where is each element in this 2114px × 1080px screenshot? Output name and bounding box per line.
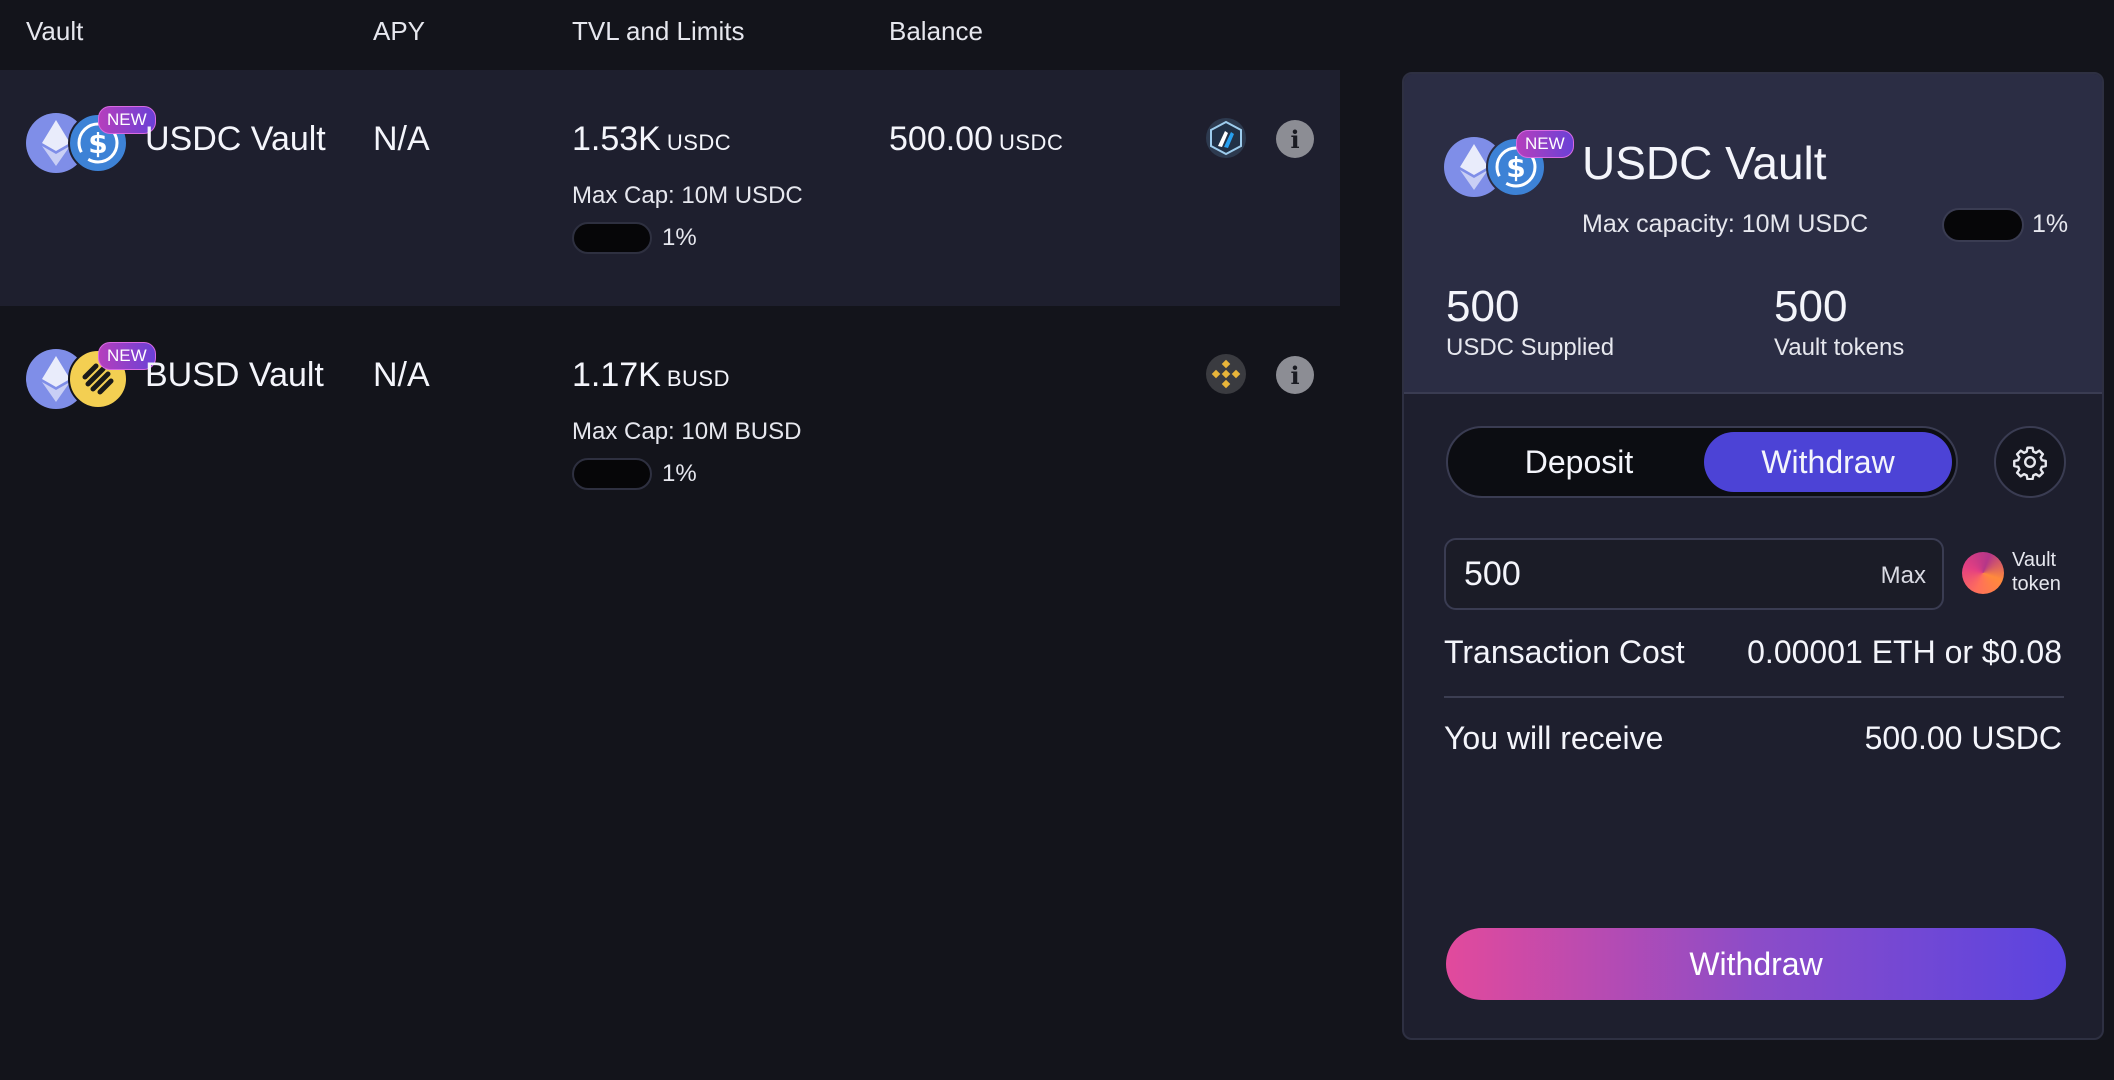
- settings-button[interactable]: [1994, 426, 2066, 498]
- tvl-unit: USDC: [666, 130, 732, 155]
- vault-balance: 500.00 USDC: [889, 120, 1063, 159]
- vault-name: USDC Vault: [145, 120, 326, 158]
- supplied-value: 500: [1446, 282, 1520, 331]
- supplied-label: USDC Supplied: [1446, 334, 1615, 361]
- token-label-line2: token: [2012, 573, 2061, 595]
- arbitrum-icon: [1206, 118, 1246, 158]
- table-row-busd-vault[interactable]: NEW BUSD Vault N/A 1.17K BUSD Max Cap: 10…: [0, 306, 1340, 542]
- vault-tvl: 1.17K BUSD: [572, 356, 730, 395]
- header-apy: APY: [373, 16, 426, 46]
- capacity-bar: [572, 222, 652, 254]
- new-badge: NEW: [1516, 130, 1574, 158]
- capacity-bar: [1942, 208, 2024, 242]
- tvl-unit: BUSD: [666, 366, 730, 391]
- bnb-icon: [1206, 354, 1246, 394]
- tab-deposit[interactable]: Deposit: [1454, 432, 1704, 492]
- token-label-line1: Vault: [2012, 549, 2057, 571]
- info-icon[interactable]: i: [1276, 120, 1314, 158]
- deposit-withdraw-toggle: Deposit Withdraw: [1446, 426, 1958, 498]
- vault-detail-panel: $ NEW USDC Vault Max capacity: 10M USDC …: [1402, 72, 2104, 1040]
- tab-withdraw[interactable]: Withdraw: [1704, 432, 1952, 492]
- capacity-percent: 1%: [662, 460, 697, 487]
- vault-tokens-value: 500: [1774, 282, 1848, 331]
- divider: [1444, 696, 2064, 698]
- amount-input[interactable]: [1464, 552, 1824, 596]
- balance-unit: USDC: [999, 130, 1064, 155]
- vault-summary: $ NEW USDC Vault Max capacity: 10M USDC …: [1404, 74, 2102, 394]
- withdraw-button[interactable]: Withdraw: [1446, 928, 2066, 1000]
- vault-apy: N/A: [373, 120, 430, 158]
- capacity-percent: 1%: [2032, 210, 2069, 238]
- vault-token-icon: [1962, 552, 2004, 594]
- vault-max-cap: Max Cap: 10M USDC: [572, 182, 803, 209]
- vault-tokens-label: Vault tokens: [1774, 334, 1905, 361]
- transaction-cost-label: Transaction Cost: [1444, 634, 1685, 670]
- panel-title: USDC Vault: [1582, 137, 1827, 189]
- tvl-value: 1.53K: [572, 120, 661, 158]
- info-icon[interactable]: i: [1276, 356, 1314, 394]
- vault-token-pair: NEW: [26, 342, 156, 410]
- vault-token-pair: $ NEW: [1444, 130, 1574, 198]
- vault-name: BUSD Vault: [145, 356, 324, 394]
- receive-label: You will receive: [1444, 720, 1664, 756]
- tvl-value: 1.17K: [572, 356, 661, 394]
- header-balance: Balance: [889, 16, 983, 46]
- transaction-cost-value: 0.00001 ETH or $0.08: [1747, 634, 2062, 670]
- capacity-bar: [572, 458, 652, 490]
- max-button[interactable]: Max: [1881, 562, 1926, 590]
- vault-token-label: Vault token: [2012, 548, 2061, 596]
- max-capacity: Max capacity: 10M USDC: [1582, 210, 1869, 238]
- vault-max-cap: Max Cap: 10M BUSD: [572, 418, 802, 445]
- vault-table-header: Vault APY TVL and Limits Balance: [0, 0, 1340, 68]
- amount-field: Max: [1444, 538, 1944, 610]
- capacity-percent: 1%: [662, 224, 697, 251]
- gear-icon: [2013, 446, 2047, 480]
- header-vault: Vault: [26, 16, 84, 46]
- header-tvl: TVL and Limits: [572, 16, 745, 46]
- table-row-usdc-vault[interactable]: $ NEW USDC Vault N/A 1.53K USDC Max Cap: …: [0, 70, 1340, 306]
- receive-value: 500.00 USDC: [1864, 720, 2062, 756]
- balance-value: 500.00: [889, 120, 993, 158]
- vault-token-pair: $ NEW: [26, 106, 156, 174]
- vault-tvl: 1.53K USDC: [572, 120, 731, 159]
- vault-apy: N/A: [373, 356, 430, 394]
